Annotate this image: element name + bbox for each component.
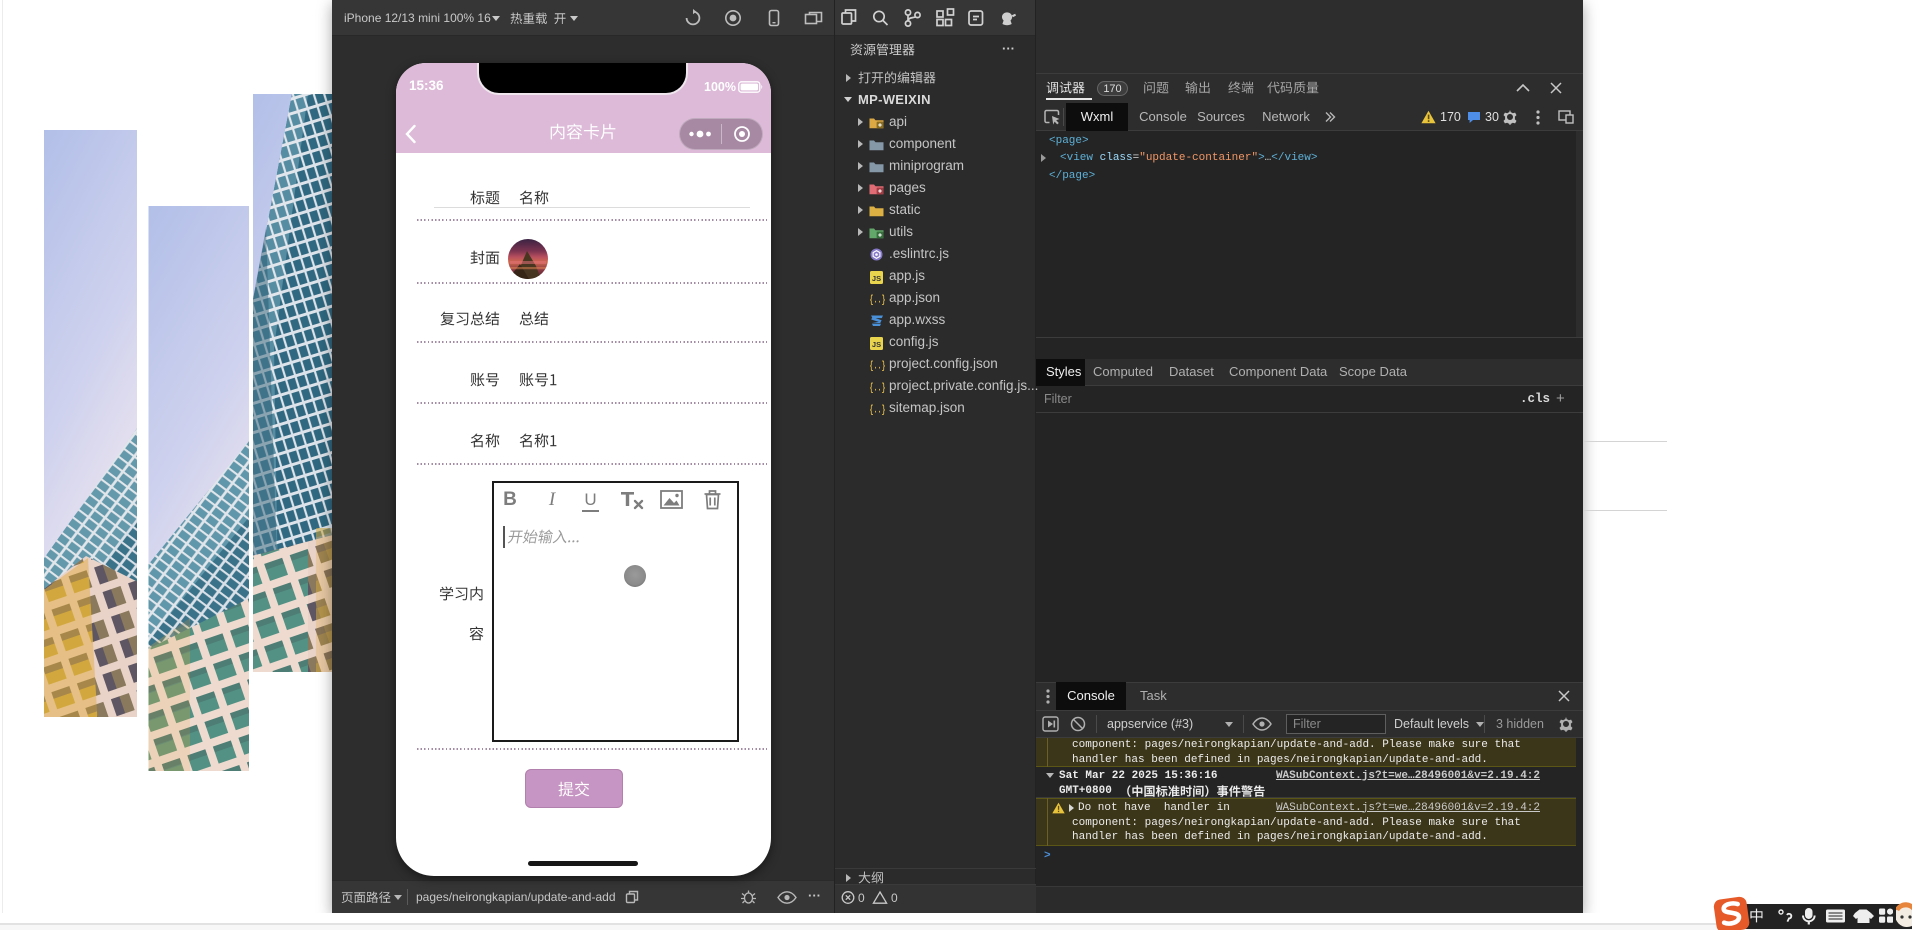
svg-text:{..}: {..} <box>870 360 886 372</box>
svg-text:JS: JS <box>872 274 881 283</box>
svg-text:{..}: {..} <box>870 294 886 306</box>
svg-text:JS: JS <box>872 340 881 349</box>
svg-text:0: 0 <box>858 891 865 905</box>
svg-text:0: 0 <box>891 891 898 905</box>
svg-text:{..}: {..} <box>870 382 886 394</box>
svg-text:{..}: {..} <box>870 404 886 416</box>
